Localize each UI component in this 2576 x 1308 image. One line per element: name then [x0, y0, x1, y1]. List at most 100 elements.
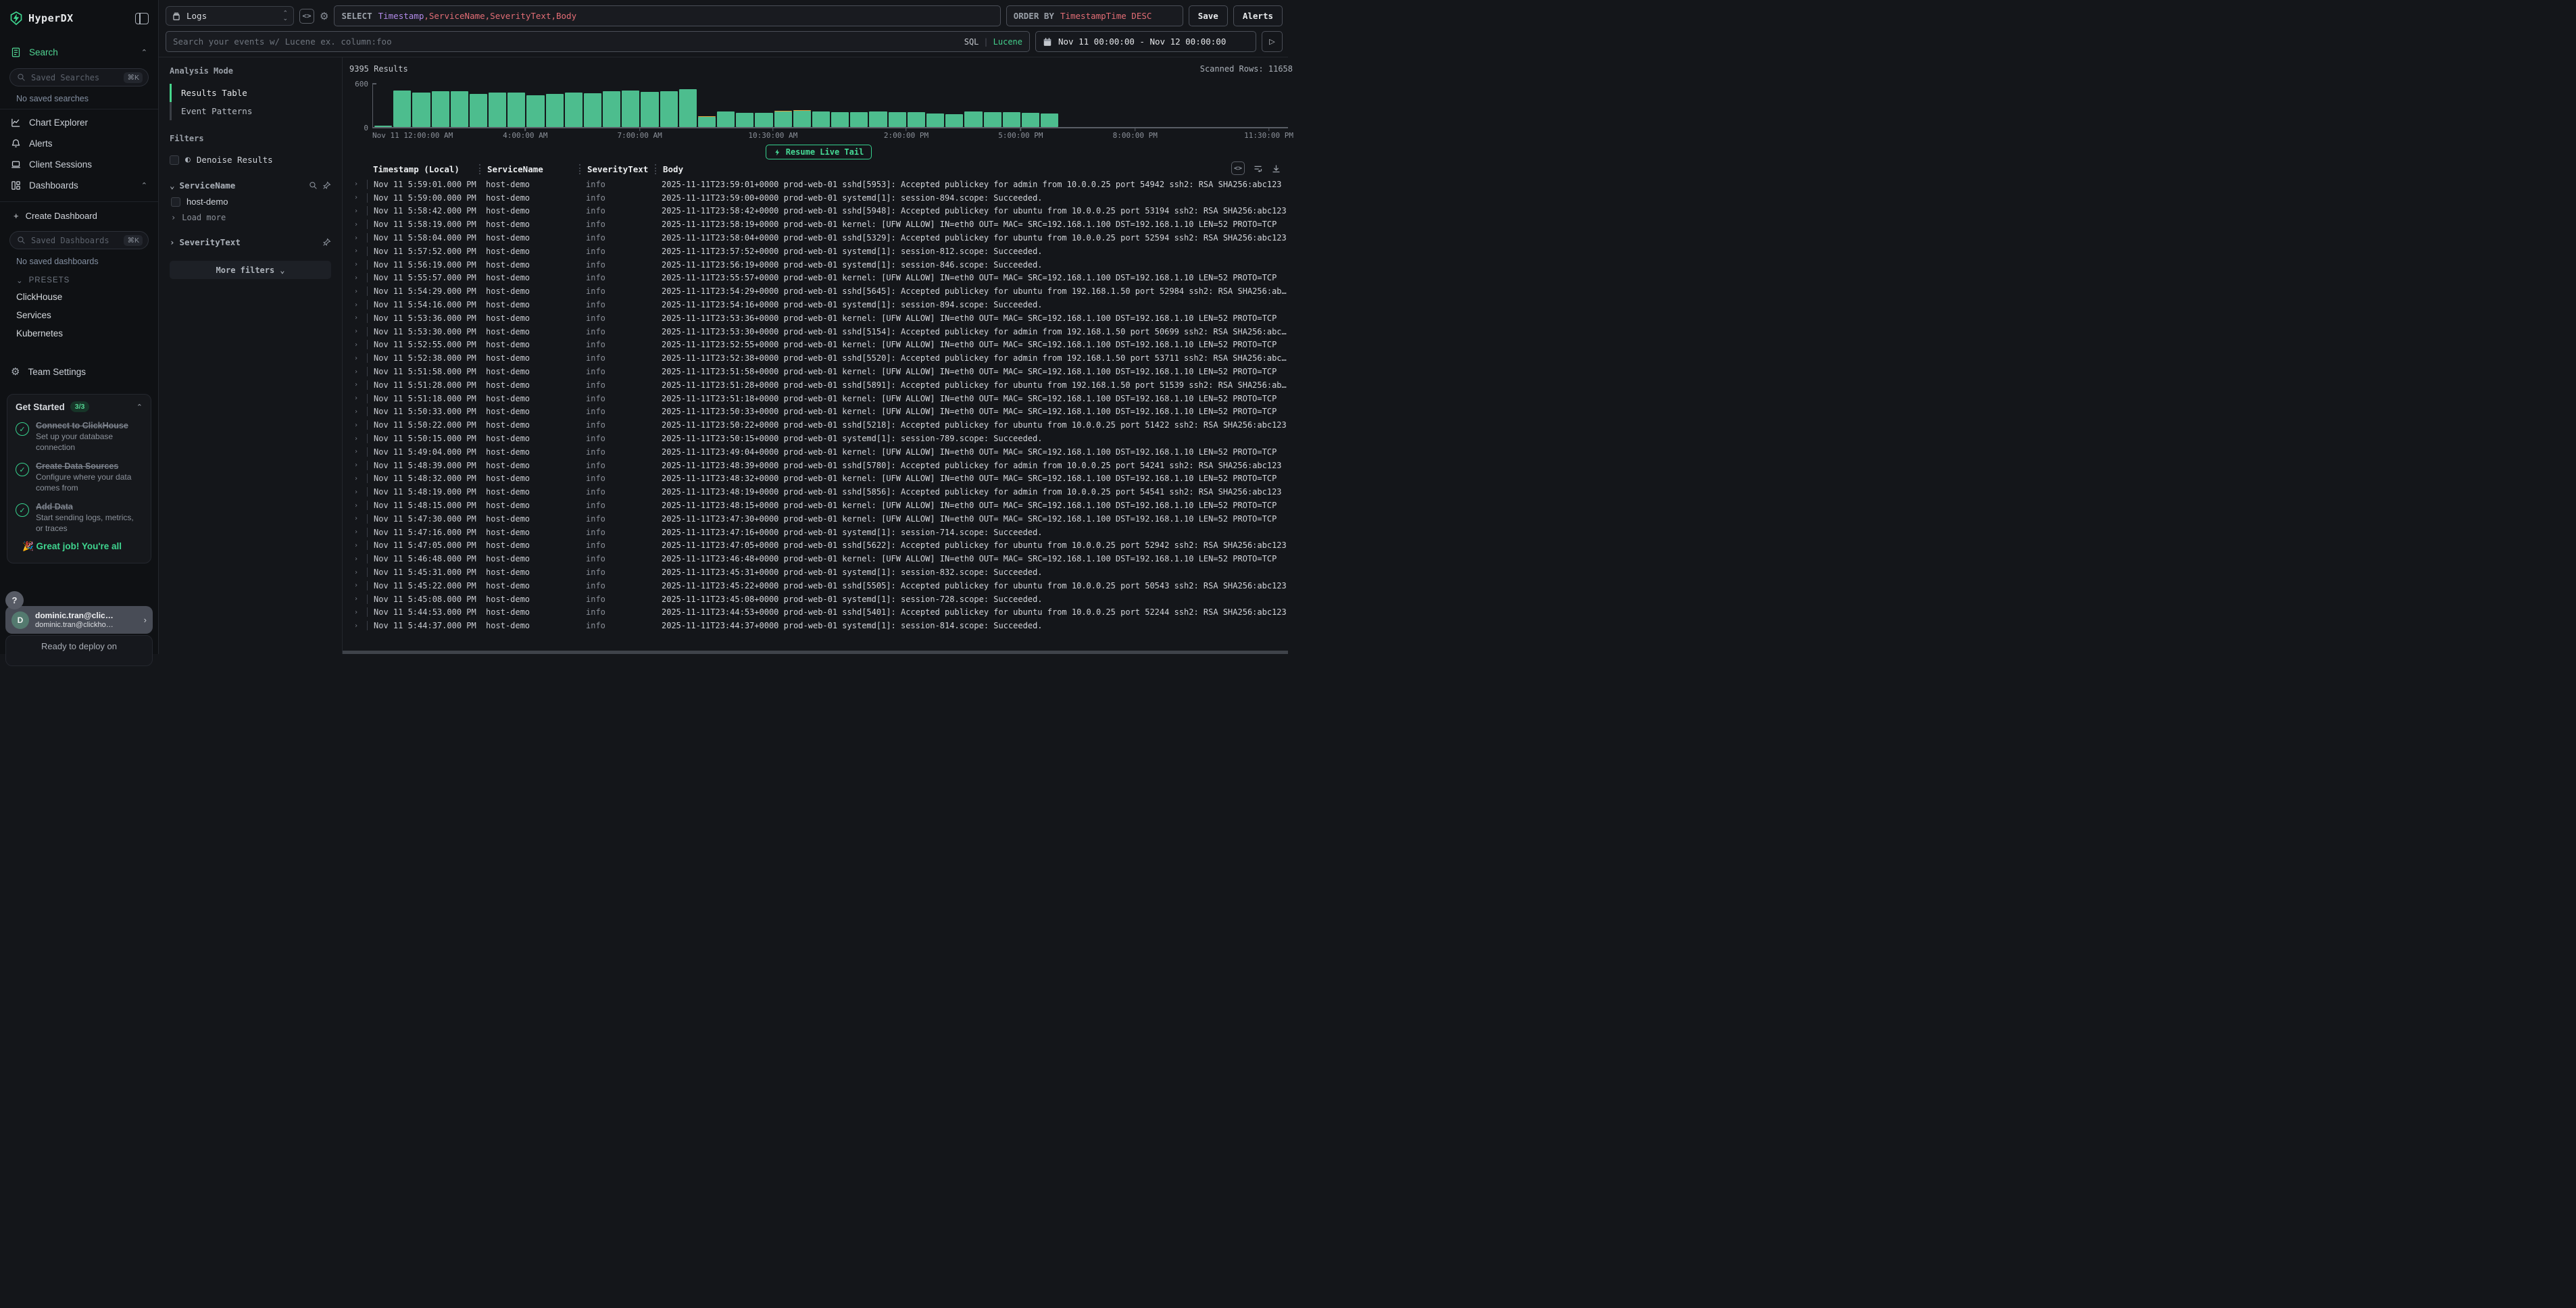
histogram-bar[interactable] [1022, 83, 1039, 127]
select-columns-input[interactable]: SELECT Timestamp ,ServiceName,SeverityTe… [334, 5, 1000, 26]
saved-dashboards-input[interactable]: Saved Dashboards ⌘K [9, 231, 149, 249]
preset-item-kubernetes[interactable]: Kubernetes [0, 324, 158, 343]
histogram-bar[interactable] [964, 83, 982, 127]
table-row[interactable]: ›Nov 11 5:45:31.000 PMhost-demoinfo2025-… [349, 565, 1288, 579]
table-row[interactable]: ›Nov 11 5:48:15.000 PMhost-demoinfo2025-… [349, 499, 1288, 512]
table-row[interactable]: ›Nov 11 5:47:30.000 PMhost-demoinfo2025-… [349, 512, 1288, 526]
histogram-bar[interactable] [1250, 83, 1268, 127]
table-row[interactable]: ›Nov 11 5:59:00.000 PMhost-demoinfo2025-… [349, 191, 1288, 205]
table-row[interactable]: ›Nov 11 5:47:05.000 PMhost-demoinfo2025-… [349, 539, 1288, 553]
resume-live-tail-button[interactable]: Resume Live Tail [766, 145, 872, 159]
filter-search-icon[interactable] [309, 181, 318, 190]
histogram-bar[interactable] [374, 83, 392, 127]
histogram-bar[interactable] [526, 83, 544, 127]
histogram-bar[interactable] [1060, 83, 1077, 127]
table-row[interactable]: ›Nov 11 5:45:08.000 PMhost-demoinfo2025-… [349, 593, 1288, 606]
histogram-bar[interactable] [1098, 83, 1116, 127]
table-row[interactable]: ›Nov 11 5:48:19.000 PMhost-demoinfo2025-… [349, 485, 1288, 499]
event-search-input[interactable]: Search your events w/ Lucene ex. column:… [166, 31, 1030, 52]
table-row[interactable]: ›Nov 11 5:48:32.000 PMhost-demoinfo2025-… [349, 472, 1288, 486]
histogram-bar[interactable] [1136, 83, 1154, 127]
results-histogram[interactable]: 600 0 Nov 11 12:00:00 AM4:00:00 AM7:00:0… [349, 83, 1288, 140]
histogram-bar[interactable] [774, 83, 792, 127]
table-row[interactable]: ›Nov 11 5:51:18.000 PMhost-demoinfo2025-… [349, 392, 1288, 405]
chevron-up-icon[interactable]: ⌃ [137, 403, 143, 411]
histogram-bar[interactable] [393, 83, 411, 127]
histogram-bar[interactable] [1193, 83, 1210, 127]
get-started-step[interactable]: ✓ Create Data Sources Configure where yo… [16, 461, 143, 493]
help-button[interactable]: ? [5, 591, 24, 609]
histogram-bar[interactable] [641, 83, 658, 127]
horizontal-scrollbar[interactable] [343, 651, 1288, 654]
histogram-bar[interactable] [1117, 83, 1135, 127]
sidebar-item-search[interactable]: Search ⌃ [0, 42, 158, 63]
download-icon[interactable] [1271, 164, 1281, 174]
histogram-bar[interactable] [432, 83, 449, 127]
histogram-bar[interactable] [1079, 83, 1096, 127]
table-row[interactable]: ›Nov 11 5:52:38.000 PMhost-demoinfo2025-… [349, 351, 1288, 365]
table-row[interactable]: ›Nov 11 5:50:22.000 PMhost-demoinfo2025-… [349, 418, 1288, 432]
checkbox[interactable] [171, 197, 180, 207]
histogram-bars[interactable] [372, 83, 1288, 128]
chevron-up-icon[interactable]: ⌃ [141, 48, 147, 57]
histogram-bar[interactable] [507, 83, 525, 127]
col-servicename[interactable]: ServiceName [479, 164, 579, 174]
histogram-bar[interactable] [812, 83, 830, 127]
histogram-bar[interactable] [945, 83, 963, 127]
sql-language-toggle[interactable]: SQL [964, 37, 979, 47]
histogram-bar[interactable] [565, 83, 583, 127]
preset-item-services[interactable]: Services [0, 306, 158, 324]
sidebar-item-team-settings[interactable]: ⚙ Team Settings [0, 360, 158, 383]
column-config-icon[interactable]: <> [1231, 161, 1245, 175]
mode-event-patterns[interactable]: Event Patterns [170, 102, 331, 120]
histogram-bar[interactable] [603, 83, 620, 127]
table-row[interactable]: ›Nov 11 5:44:53.000 PMhost-demoinfo2025-… [349, 606, 1288, 620]
table-row[interactable]: ›Nov 11 5:56:19.000 PMhost-demoinfo2025-… [349, 258, 1288, 272]
user-menu[interactable]: D dominic.tran@clic… dominic.tran@clickh… [5, 606, 153, 634]
histogram-bar[interactable] [850, 83, 868, 127]
table-row[interactable]: ›Nov 11 5:58:19.000 PMhost-demoinfo2025-… [349, 218, 1288, 231]
col-timestamp[interactable]: Timestamp (Local) [367, 164, 479, 174]
histogram-bar[interactable] [698, 83, 716, 127]
sidebar-item-chart-explorer[interactable]: Chart Explorer [0, 112, 158, 133]
histogram-bar[interactable] [1174, 83, 1191, 127]
table-row[interactable]: ›Nov 11 5:57:52.000 PMhost-demoinfo2025-… [349, 245, 1288, 258]
get-started-step[interactable]: ✓ Add Data Start sending logs, metrics, … [16, 502, 143, 534]
table-row[interactable]: ›Nov 11 5:48:39.000 PMhost-demoinfo2025-… [349, 459, 1288, 472]
table-row[interactable]: ›Nov 11 5:54:29.000 PMhost-demoinfo2025-… [349, 284, 1288, 298]
saved-searches-input[interactable]: Saved Searches ⌘K [9, 68, 149, 86]
table-row[interactable]: ›Nov 11 5:53:36.000 PMhost-demoinfo2025-… [349, 311, 1288, 325]
histogram-bar[interactable] [736, 83, 753, 127]
presets-section-toggle[interactable]: ⌄ PRESETS [0, 270, 158, 288]
table-row[interactable]: ›Nov 11 5:58:04.000 PMhost-demoinfo2025-… [349, 231, 1288, 245]
histogram-bar[interactable] [1155, 83, 1172, 127]
query-settings-gear-icon[interactable]: ⚙ [320, 10, 328, 22]
sidebar-item-alerts[interactable]: Alerts [0, 133, 158, 154]
col-body[interactable]: Body [655, 164, 1288, 174]
code-toggle-icon[interactable]: <> [299, 9, 314, 24]
histogram-bar[interactable] [793, 83, 811, 127]
histogram-bar[interactable] [679, 83, 697, 127]
histogram-bar[interactable] [546, 83, 564, 127]
orderby-input[interactable]: ORDER BY TimestampTime DESC [1006, 5, 1183, 26]
table-row[interactable]: ›Nov 11 5:58:42.000 PMhost-demoinfo2025-… [349, 205, 1288, 218]
histogram-bar[interactable] [584, 83, 601, 127]
pin-icon[interactable] [322, 238, 331, 247]
histogram-bar[interactable] [451, 83, 468, 127]
denoise-results-checkbox-row[interactable]: ◐ Denoise Results [170, 151, 331, 168]
histogram-bar[interactable] [470, 83, 487, 127]
create-dashboard-button[interactable]: + Create Dashboard [0, 205, 158, 226]
filter-value-host-demo[interactable]: host-demo [170, 193, 331, 210]
table-row[interactable]: ›Nov 11 5:44:37.000 PMhost-demoinfo2025-… [349, 619, 1288, 632]
table-row[interactable]: ›Nov 11 5:55:57.000 PMhost-demoinfo2025-… [349, 272, 1288, 285]
more-filters-button[interactable]: More filters ⌄ [170, 261, 331, 279]
histogram-bar[interactable] [869, 83, 887, 127]
table-row[interactable]: ›Nov 11 5:46:48.000 PMhost-demoinfo2025-… [349, 552, 1288, 565]
histogram-bar[interactable] [831, 83, 849, 127]
histogram-bar[interactable] [984, 83, 1001, 127]
histogram-bar[interactable] [1003, 83, 1020, 127]
sidebar-item-client-sessions[interactable]: Client Sessions [0, 154, 158, 175]
get-started-step[interactable]: ✓ Connect to ClickHouse Set up your data… [16, 421, 143, 453]
table-row[interactable]: ›Nov 11 5:53:30.000 PMhost-demoinfo2025-… [349, 325, 1288, 338]
histogram-bar[interactable] [755, 83, 772, 127]
